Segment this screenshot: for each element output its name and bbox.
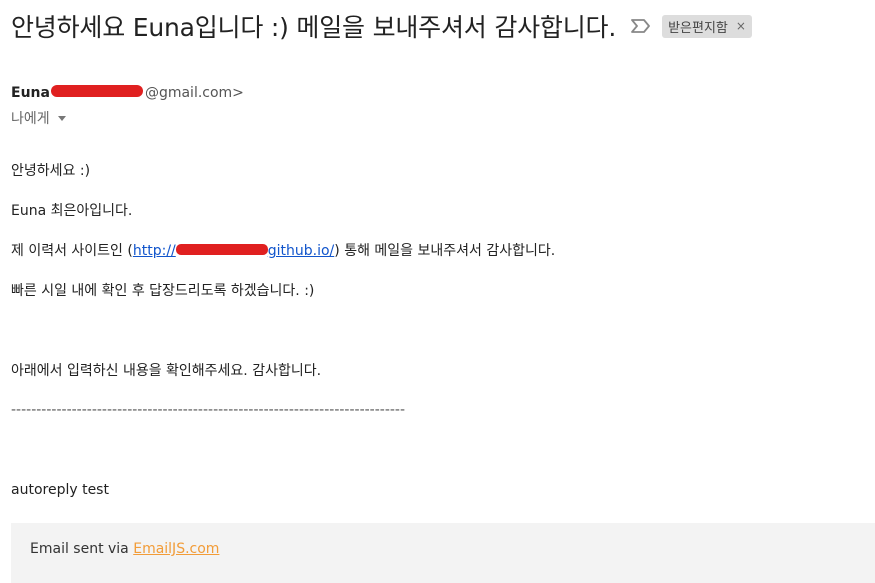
- body-message: autoreply test: [11, 482, 109, 498]
- body-divider: ----------------------------------------…: [11, 402, 406, 418]
- sender-name[interactable]: Euna: [11, 85, 50, 101]
- caret-down-icon[interactable]: [57, 115, 66, 121]
- inbox-label-text: 받은편지함: [668, 20, 728, 36]
- body-visit-line: 제 이력서 사이트인 (http:// github.io/) 통해 메일을 보내…: [11, 240, 555, 260]
- recipient-text: 나에게: [11, 111, 50, 127]
- visit-suffix: ) 통해 메일을 보내주셔서 감사합니다.: [334, 243, 556, 259]
- sender-row: Euna @gmail.com>: [11, 85, 244, 101]
- email-view: 안녕하세요 Euna입니다 :) 메일을 보내주셔서 감사합니다. 받은편지함 …: [0, 0, 875, 583]
- email-subject: 안녕하세요 Euna입니다 :) 메일을 보내주셔서 감사합니다.: [11, 13, 617, 42]
- link-start: http://: [132, 243, 176, 259]
- important-marker-icon[interactable]: [630, 18, 652, 34]
- visit-prefix: 제 이력서 사이트인 (: [11, 243, 133, 259]
- footer-text: Email sent via EmailJS.com: [30, 541, 219, 557]
- footer-box: Email sent via EmailJS.com: [11, 523, 875, 583]
- body-reply-promise: 빠른 시일 내에 확인 후 답장드리도록 하겠습니다. :): [11, 283, 315, 299]
- body-greeting: 안녕하세요 :): [11, 163, 91, 179]
- remove-label-icon[interactable]: ×: [736, 19, 746, 33]
- subject-row: 안녕하세요 Euna입니다 :) 메일을 보내주셔서 감사합니다. 받은편지함 …: [11, 8, 752, 44]
- footer-prefix: Email sent via: [30, 541, 134, 557]
- redaction-mark-link: [175, 244, 268, 255]
- recipient-row[interactable]: 나에게: [11, 108, 66, 128]
- emailjs-link[interactable]: EmailJS.com: [133, 541, 219, 557]
- body-check-content: 아래에서 입력하신 내용을 확인해주세요. 감사합니다.: [11, 363, 322, 379]
- inbox-label-chip[interactable]: 받은편지함 ×: [662, 14, 752, 38]
- redaction-mark-sender: [50, 85, 143, 97]
- link-end: github.io/: [267, 243, 335, 259]
- sender-email: @gmail.com>: [144, 85, 244, 101]
- resume-site-link[interactable]: http:// github.io/: [133, 243, 334, 259]
- body-intro: Euna 최은아입니다.: [11, 203, 133, 219]
